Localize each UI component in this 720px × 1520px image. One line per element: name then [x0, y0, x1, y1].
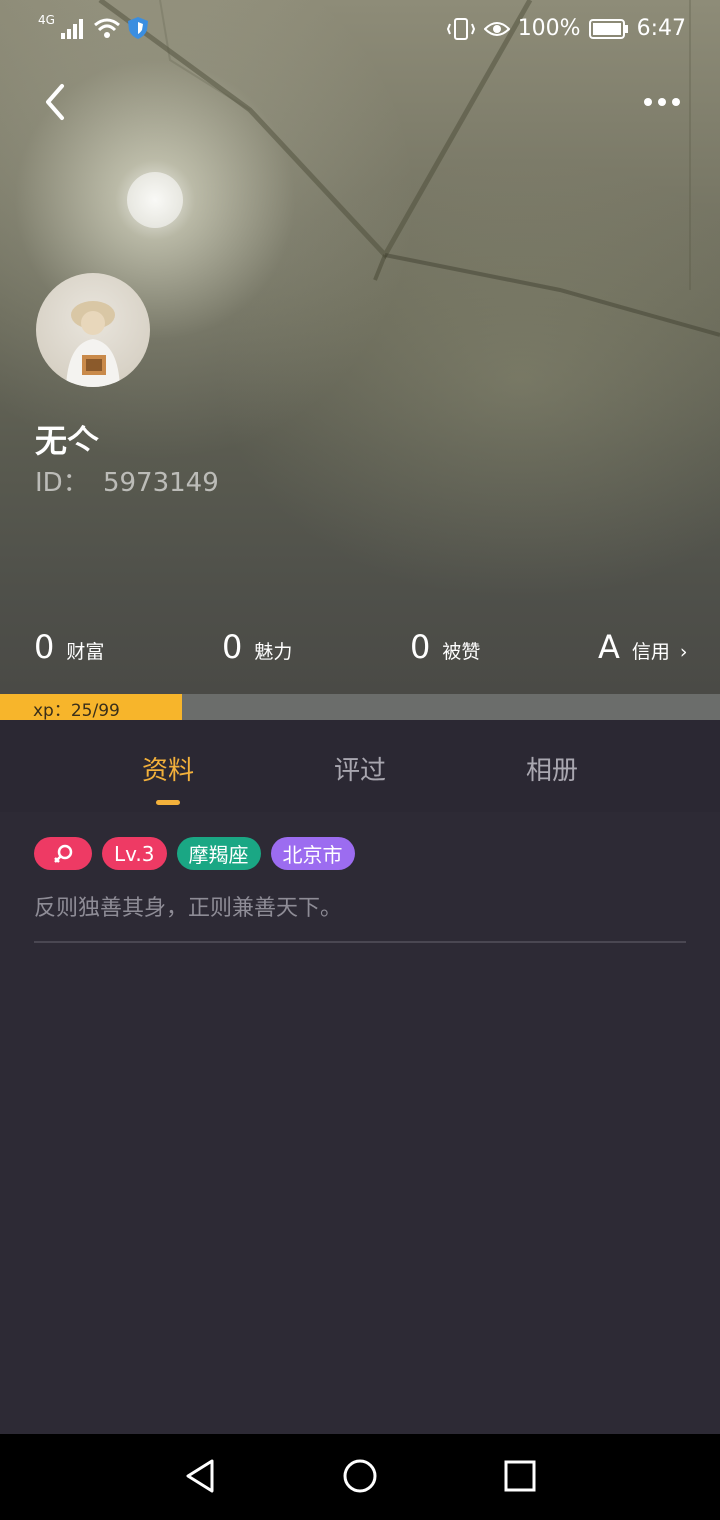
tab-indicator — [156, 800, 180, 805]
tab-album[interactable]: 相册 — [492, 750, 612, 787]
id-value: 5973149 — [102, 468, 219, 498]
stat-label: 信用 — [631, 641, 670, 663]
stat-credit[interactable]: A 信用 › — [598, 628, 688, 666]
battery-percent: 100% — [517, 16, 581, 41]
stat-wealth: 0 财富 — [34, 628, 104, 666]
stats-row: 0 财富 0 魅力 0 被赞 A 信用 › — [0, 628, 720, 672]
stat-label: 魅力 — [254, 641, 293, 663]
back-icon — [46, 84, 64, 120]
id-label: ID： — [35, 468, 89, 498]
system-nav-bar — [0, 1434, 720, 1520]
clock: 6:47 — [636, 16, 686, 41]
battery-icon — [588, 18, 628, 39]
avatar-image — [66, 301, 120, 387]
nickname: 无亽 — [35, 422, 100, 460]
vibrate-icon — [446, 17, 475, 40]
female-icon — [54, 844, 73, 863]
stat-value: 0 — [222, 628, 243, 666]
city-tag: 北京市 — [270, 837, 355, 870]
xp-bar: xp：25/99 — [0, 694, 720, 721]
nav-home-button[interactable] — [340, 1456, 380, 1496]
tab-profile[interactable]: 资料 — [108, 750, 228, 787]
nav-home-icon — [343, 1459, 377, 1493]
chevron-right-icon: › — [679, 641, 688, 663]
profile-panel: Lv.3 摩羯座 北京市 反则独善其身，正则兼善天下。 — [0, 812, 720, 1434]
nav-recents-icon — [504, 1460, 536, 1492]
stat-label: 财富 — [66, 641, 105, 663]
profile-cover: 4G 100% 6:47 无亽 ID： 5973149 0 财富 0 魅力 0 … — [0, 0, 720, 694]
stat-value: 0 — [34, 628, 55, 666]
tag-list: Lv.3 摩羯座 北京市 — [34, 837, 355, 870]
stat-value: A — [598, 628, 620, 666]
signal-icon — [60, 19, 83, 39]
shield-icon — [127, 17, 148, 39]
status-bar: 4G 100% 6:47 — [0, 0, 720, 60]
gender-tag — [34, 837, 92, 870]
divider — [34, 941, 686, 943]
tab-bar: 资料 评过 相册 — [0, 720, 720, 812]
user-id: ID： 5973149 — [35, 462, 219, 499]
more-icon — [644, 98, 680, 106]
nav-back-icon — [186, 1459, 214, 1493]
bio-text: 反则独善其身，正则兼善天下。 — [34, 896, 343, 921]
nav-recents-button[interactable] — [500, 1456, 540, 1496]
network-type: 4G — [38, 13, 55, 27]
xp-text: xp：25/99 — [33, 701, 120, 721]
back-button[interactable] — [36, 80, 76, 124]
eye-icon — [483, 21, 510, 36]
stat-likes: 0 被赞 — [410, 628, 480, 666]
stat-label: 被赞 — [442, 641, 481, 663]
tab-reviews[interactable]: 评过 — [300, 750, 420, 787]
zodiac-tag: 摩羯座 — [176, 837, 261, 870]
more-button[interactable] — [642, 90, 682, 114]
stat-charm: 0 魅力 — [222, 628, 292, 666]
level-tag: Lv.3 — [102, 837, 167, 870]
stat-value: 0 — [410, 628, 431, 666]
avatar[interactable] — [36, 273, 150, 387]
nav-back-button[interactable] — [180, 1456, 220, 1496]
wifi-icon — [93, 18, 120, 38]
